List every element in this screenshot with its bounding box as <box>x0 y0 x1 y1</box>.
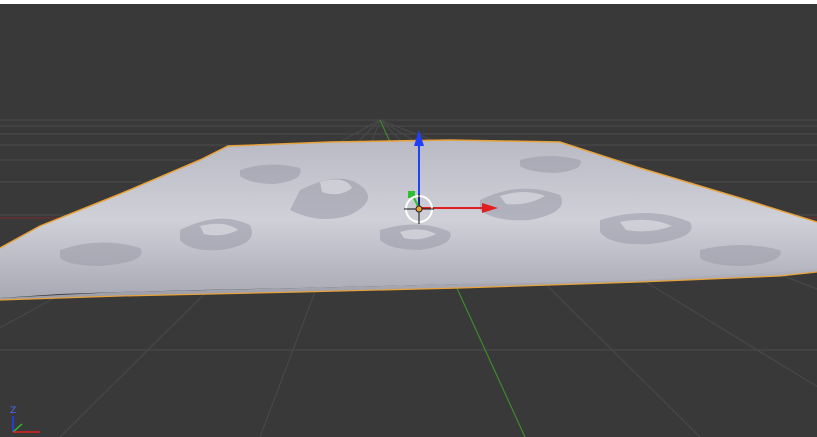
view-axes-icon: Z <box>10 406 40 433</box>
z-arrow-icon[interactable] <box>414 130 424 146</box>
terrain-mesh[interactable] <box>0 139 817 301</box>
viewport-scene[interactable]: Z <box>0 0 817 437</box>
object-origin-icon <box>415 205 423 213</box>
3d-viewport[interactable]: Z <box>0 0 817 437</box>
gizmo-z-label: Z <box>10 406 16 416</box>
